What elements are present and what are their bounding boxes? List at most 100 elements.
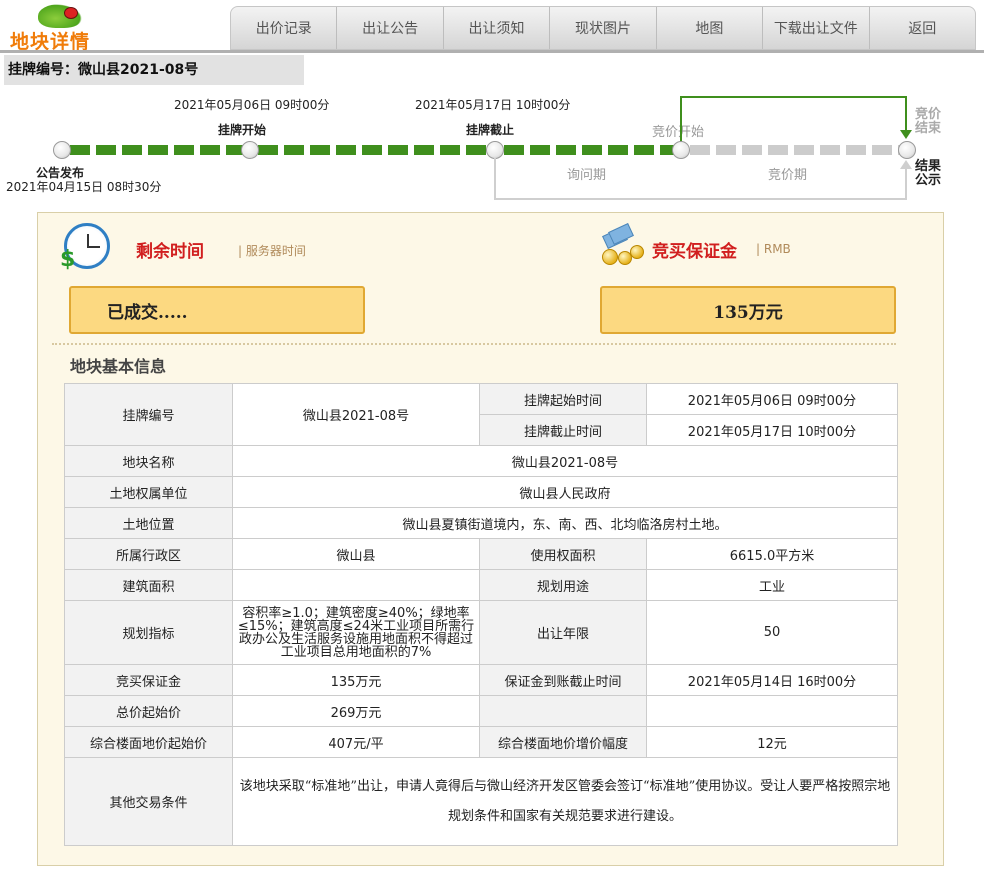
node-announce	[53, 141, 71, 159]
nav-transfer-notice[interactable]: 出让公告	[337, 7, 444, 49]
start-price-value: 269万元	[232, 695, 480, 727]
plan-value: 容积率≥1.0；建筑密度≥40%；绿地率≤15%；建筑高度≤24米工业项目所需行…	[232, 600, 480, 665]
area-value: 6615.0平方米	[646, 538, 898, 570]
plan-label: 规划指标	[64, 600, 233, 665]
listing-end-label: 挂牌截止	[466, 123, 515, 137]
parcel-name-value: 微山县2021-08号	[232, 445, 898, 477]
listing-start-time-value: 2021年05月06日 09时00分	[646, 383, 898, 415]
deal-status: 已成交.....	[107, 302, 188, 323]
table-row: 综合楼面地价起始价 407元/平 综合楼面地价增价幅度 12元	[64, 726, 898, 758]
table-row: 其他交易条件 该地块采取“标准地”出让，申请人竟得后与微山经济开发区管委会签订“…	[64, 757, 898, 846]
listing-start-label: 挂牌开始	[218, 123, 267, 137]
arrow-up-icon	[900, 160, 912, 169]
dotted-divider	[52, 343, 896, 345]
bracket-right	[905, 168, 907, 200]
table-row: 所属行政区 微山县 使用权面积 6615.0平方米	[64, 538, 898, 570]
rmb-label: | RMB	[756, 242, 791, 256]
info-section-title: 地块基本信息	[70, 357, 167, 376]
deposit-amount: 135万元	[713, 302, 783, 323]
empty-label-cell	[479, 695, 647, 727]
auction-timeline: 2021年05月06日 09时00分 2021年05月17日 10时00分 挂牌…	[0, 88, 984, 206]
usage-label: 规划用途	[479, 569, 647, 601]
table-row: 规划指标 容积率≥1.0；建筑密度≥40%；绿地率≤15%；建筑高度≤24米工业…	[64, 600, 898, 665]
floor-price-value: 407元/平	[232, 726, 480, 758]
table-row: 建筑面积 规划用途 工业	[64, 569, 898, 601]
nav-transfer-rules[interactable]: 出让须知	[444, 7, 551, 49]
node-bid-start	[672, 141, 690, 159]
owner-value: 微山县人民政府	[232, 476, 898, 508]
listing-end-time-value: 2021年05月17日 10时00分	[646, 414, 898, 446]
node-bid-end	[898, 141, 916, 159]
nav-divider	[0, 50, 984, 53]
node-listing-end	[486, 141, 504, 159]
remaining-status-box: 已成交.....	[69, 286, 365, 334]
table-row: 竞买保证金 135万元 保证金到账截止时间 2021年05月14日 16时00分	[64, 664, 898, 696]
district-label: 所属行政区	[64, 538, 233, 570]
bid-start-label: 竞价开始	[652, 125, 705, 140]
other-conditions-label: 其他交易条件	[64, 757, 233, 846]
deposit-deadline-value: 2021年05月14日 16时00分	[646, 664, 898, 696]
top-nav: 出价记录 出让公告 出让须知 现状图片 地图 下载出让文件 返回	[230, 6, 976, 50]
term-label: 出让年限	[479, 600, 647, 665]
other-conditions-value: 该地块采取“标准地”出让，申请人竟得后与微山经济开发区管委会签订“标准地”使用协…	[232, 757, 898, 846]
parcel-heading: 挂牌编号：微山县2021-08号	[4, 55, 304, 85]
result-label: 结果 公示	[915, 159, 942, 188]
listing-start-time-label: 挂牌起始时间	[479, 383, 647, 415]
nav-site-photos[interactable]: 现状图片	[550, 7, 657, 49]
location-value: 微山县夏镇街道境内，东、南、西、北均临洛房村土地。	[232, 507, 898, 539]
nav-back[interactable]: 返回	[870, 7, 975, 49]
progress-segment-4	[690, 145, 902, 155]
remaining-time-title: 剩余时间	[136, 242, 204, 262]
deposit-box: 135万元	[600, 286, 896, 334]
money-icon	[600, 223, 648, 269]
area-label: 使用权面积	[479, 538, 647, 570]
deposit-title: 竞买保证金	[652, 242, 737, 262]
site-logo[interactable]: 地块详情	[8, 2, 108, 53]
server-time-label: | 服务器时间	[238, 244, 306, 258]
progress-segment-2	[258, 145, 494, 155]
bracket-bottom	[494, 198, 906, 200]
term-value: 50	[646, 600, 898, 665]
listing-end-date: 2021年05月17日 10时00分	[415, 98, 571, 112]
arrow-down-icon	[900, 130, 912, 139]
building-area-value	[232, 569, 480, 601]
table-row: 土地权属单位 微山县人民政府	[64, 476, 898, 508]
ladybug-icon	[64, 7, 78, 19]
parcel-info-table: 挂牌编号 微山县2021-08号 挂牌起始时间 2021年05月06日 09时0…	[64, 383, 898, 846]
progress-segment-3	[504, 145, 676, 155]
bracket-left	[494, 158, 496, 200]
inquiry-period: 询问期	[567, 168, 607, 183]
nav-download-files[interactable]: 下载出让文件	[763, 7, 870, 49]
green-connector-up	[680, 96, 682, 146]
bidding-period: 竞价期	[768, 168, 808, 183]
parcel-no-label: 挂牌编号	[64, 383, 233, 446]
nav-bid-records[interactable]: 出价记录	[231, 7, 338, 49]
increment-value: 12元	[646, 726, 898, 758]
owner-label: 土地权属单位	[64, 476, 233, 508]
table-row: 总价起始价 269万元	[64, 695, 898, 727]
listing-start-date: 2021年05月06日 09时00分	[174, 98, 330, 112]
building-area-label: 建筑面积	[64, 569, 233, 601]
parcel-no-value: 微山县2021-08号	[232, 383, 480, 446]
start-price-label: 总价起始价	[64, 695, 233, 727]
header: 地块详情 出价记录 出让公告 出让须知 现状图片 地图 下载出让文件 返回	[0, 0, 984, 53]
deposit-value: 135万元	[232, 664, 480, 696]
node-listing-start	[241, 141, 259, 159]
deposit-label: 竞买保证金	[64, 664, 233, 696]
usage-value: 工业	[646, 569, 898, 601]
table-row: 地块名称 微山县2021-08号	[64, 445, 898, 477]
nav-map[interactable]: 地图	[657, 7, 764, 49]
floor-price-label: 综合楼面地价起始价	[64, 726, 233, 758]
green-connector-down	[905, 96, 907, 132]
deposit-deadline-label: 保证金到账截止时间	[479, 664, 647, 696]
parcel-panel: $ 剩余时间 | 服务器时间 竞买保证金 | RMB 已成交..... 135万…	[37, 212, 944, 866]
district-value: 微山县	[232, 538, 480, 570]
parcel-name-label: 地块名称	[64, 445, 233, 477]
listing-end-time-label: 挂牌截止时间	[479, 414, 647, 446]
location-label: 土地位置	[64, 507, 233, 539]
increment-label: 综合楼面地价增价幅度	[479, 726, 647, 758]
empty-value-cell	[646, 695, 898, 727]
progress-segment-1	[70, 145, 248, 155]
announce-date: 2021年04月15日 08时30分	[6, 180, 162, 194]
table-row: 挂牌编号 微山县2021-08号 挂牌起始时间 2021年05月06日 09时0…	[64, 383, 898, 446]
